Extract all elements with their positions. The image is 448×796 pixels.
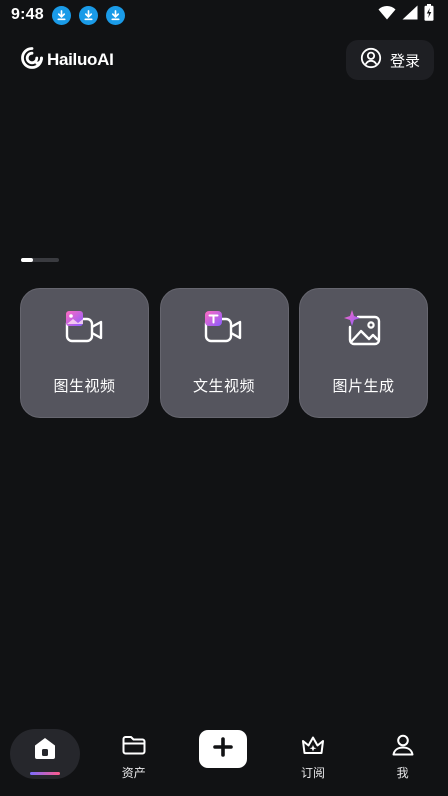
carousel-indicator-active: [21, 258, 33, 262]
wifi-icon: [378, 5, 396, 25]
nav-assets[interactable]: 资产: [89, 720, 179, 784]
nav-me-label: 我: [396, 766, 409, 780]
feature-card-image-to-video[interactable]: 图生视频: [20, 288, 149, 418]
nav-home[interactable]: [10, 729, 80, 779]
feature-card-text-to-video[interactable]: 文生视频: [159, 288, 289, 418]
nav-subscribe-label: 订阅: [300, 766, 325, 780]
crown-icon: [300, 734, 326, 761]
feature-row: 图生视频 文生视频 图片生成: [20, 288, 428, 418]
feature-label: 文生视频: [192, 378, 255, 395]
status-bar: 9:48: [0, 0, 448, 30]
download-icon: [105, 5, 125, 25]
nav-create[interactable]: [179, 720, 269, 784]
nav-assets-label: 资产: [121, 766, 146, 780]
active-tab-indicator: [30, 772, 60, 775]
signal-icon: [402, 5, 418, 25]
login-label: 登录: [389, 52, 420, 70]
feature-card-image-generation[interactable]: 图片生成: [299, 288, 428, 418]
download-icon: [78, 5, 98, 25]
text-to-video-icon: [202, 309, 246, 349]
create-button[interactable]: [199, 730, 248, 768]
logo-text: HailuoAI: [47, 50, 114, 69]
status-left: 9:48: [11, 5, 125, 25]
hailuo-logo-icon: [20, 46, 44, 75]
image-to-video-icon: [63, 309, 107, 349]
user-circle-icon: [360, 47, 382, 73]
user-icon: [390, 734, 416, 761]
bottom-nav: 资产 订阅 我: [0, 720, 448, 796]
login-button[interactable]: 登录: [345, 40, 434, 80]
app-header: HailuoAI 登录: [0, 38, 448, 82]
nav-subscribe[interactable]: 订阅: [268, 720, 358, 784]
home-icon: [32, 735, 58, 766]
clock: 9:48: [11, 6, 44, 23]
carousel-indicator: [21, 258, 59, 262]
logo: HailuoAI: [20, 46, 114, 75]
nav-me[interactable]: 我: [358, 720, 448, 784]
plus-icon: [213, 736, 234, 762]
image-generation-icon: [342, 309, 386, 349]
status-right: [378, 4, 434, 26]
download-icon: [51, 5, 71, 25]
folder-icon: [121, 734, 147, 761]
feature-label: 图片生成: [332, 378, 395, 395]
feature-label: 图生视频: [53, 378, 116, 395]
battery-charging-icon: [424, 4, 434, 26]
